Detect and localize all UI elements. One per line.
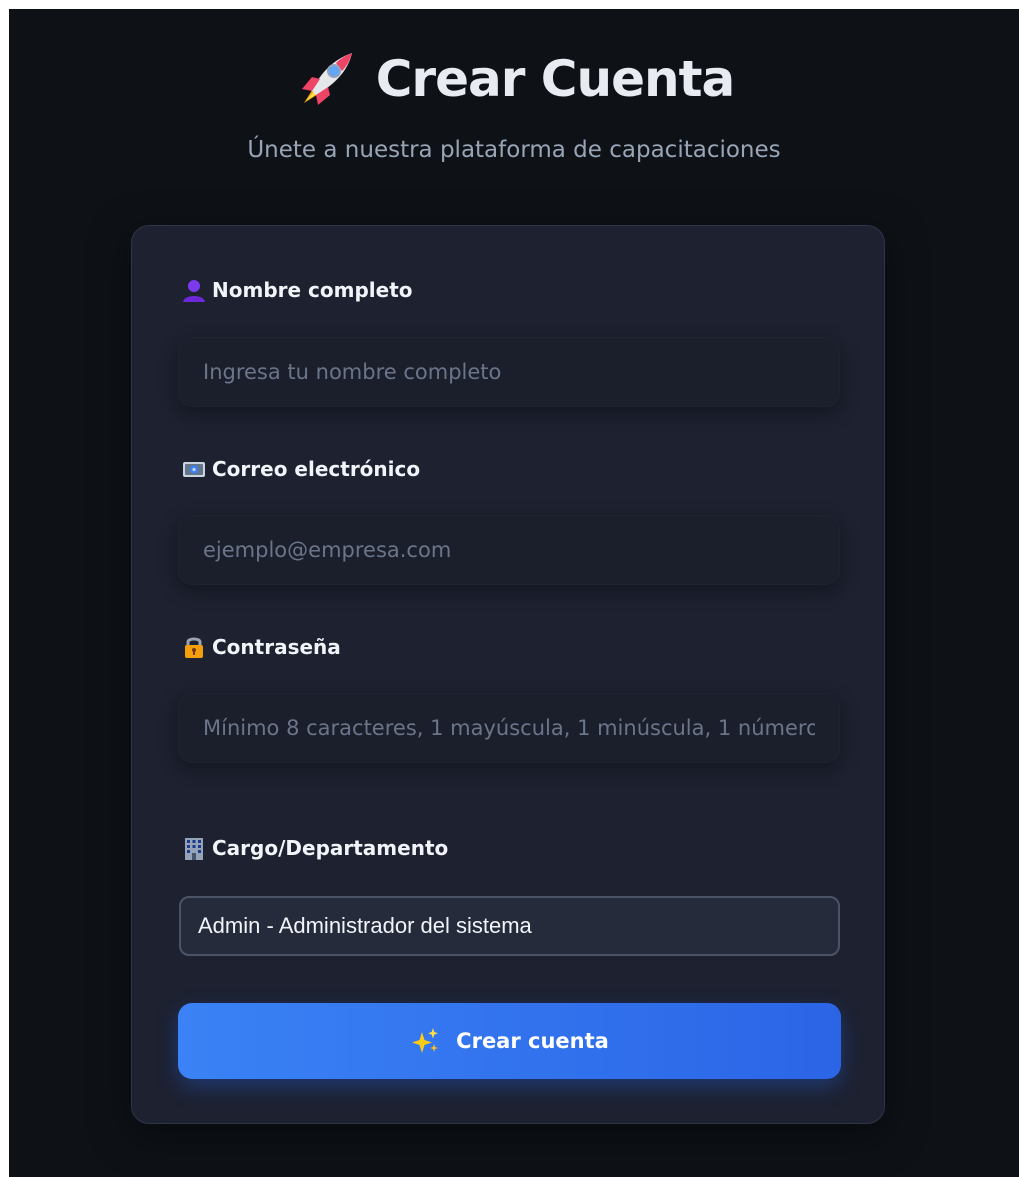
office-building-icon [182, 836, 206, 860]
page-subtitle: Únete a nuestra plataforma de capacitaci… [247, 137, 781, 163]
email-label-text: Correo electrónico [212, 457, 421, 481]
lock-icon [182, 635, 206, 659]
password-label-text: Contraseña [212, 635, 341, 659]
create-account-button[interactable]: Crear cuenta [178, 1003, 841, 1079]
sparkles-icon [410, 1026, 440, 1056]
name-field-label: Nombre completo [182, 276, 413, 304]
user-silhouette-icon [182, 278, 206, 302]
signup-form-card: Nombre completo Correo electrónico [131, 225, 885, 1124]
rocket-icon [294, 49, 356, 109]
email-card-icon [182, 457, 206, 481]
role-select[interactable]: Admin - Administrador del sistema [179, 896, 840, 956]
name-label-text: Nombre completo [212, 278, 413, 302]
role-select-value: Admin - Administrador del sistema [198, 913, 532, 938]
create-account-label: Crear cuenta [456, 1029, 609, 1053]
email-input[interactable] [178, 515, 840, 585]
full-name-input[interactable] [178, 337, 840, 407]
password-field-label: Contraseña [182, 633, 341, 661]
password-input[interactable] [178, 693, 840, 763]
title-row: Crear Cuenta [9, 49, 1019, 109]
page-title: Crear Cuenta [375, 50, 736, 108]
role-label-text: Cargo/Departamento [212, 836, 449, 860]
email-field-label: Correo electrónico [182, 455, 420, 483]
role-field-label: Cargo/Departamento [182, 834, 448, 862]
page-header: Crear Cuenta Únete a nuestra plataforma … [9, 49, 1019, 163]
page-background: Crear Cuenta Únete a nuestra plataforma … [9, 9, 1019, 1177]
